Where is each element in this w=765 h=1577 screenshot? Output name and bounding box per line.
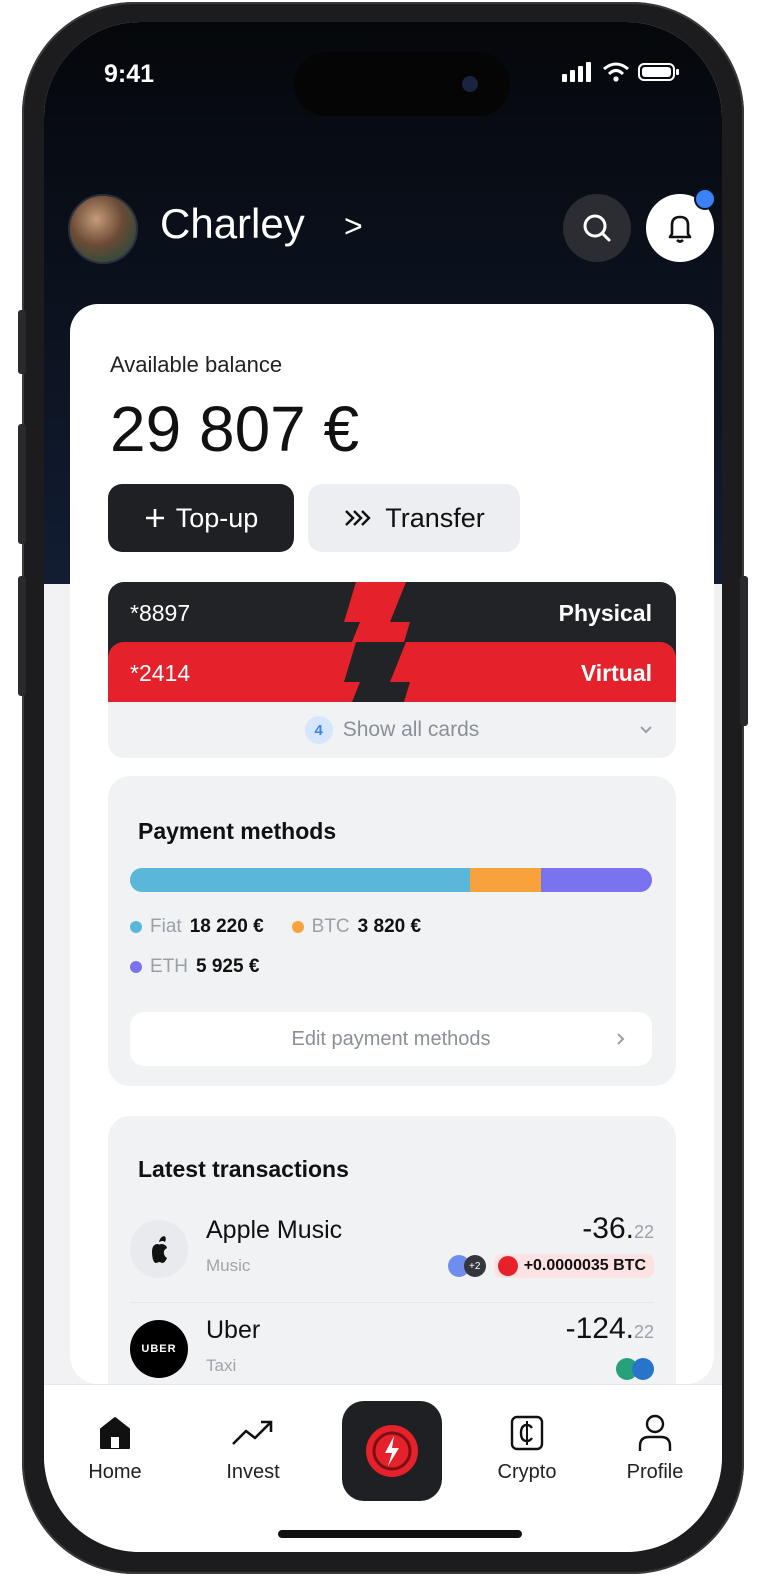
btc-coin-icon xyxy=(497,1256,518,1276)
transfer-button[interactable]: Transfer xyxy=(308,484,520,552)
transaction-category: Music xyxy=(206,1256,251,1275)
virtual-card-type: Virtual xyxy=(580,660,652,686)
payment-methods-legend: Fiat 18 220 € BTC 3 820 € ETH 5 925 € xyxy=(130,916,660,996)
home-icon xyxy=(100,1417,130,1449)
nav-invest-label: Invest xyxy=(226,1461,280,1483)
transactions-title: Latest transactions xyxy=(138,1156,349,1182)
legend-name: Fiat xyxy=(150,916,182,937)
cards-count-badge: 4 xyxy=(304,716,333,744)
fiat-dot xyxy=(130,921,142,933)
user-name[interactable]: Charley xyxy=(160,200,305,248)
transaction-row[interactable]: Apple Music Music -36.22 +2 +0.0000035 B… xyxy=(130,1212,654,1288)
bar-segment-eth xyxy=(541,868,652,892)
signal-icon xyxy=(562,62,591,82)
usdc-coin-icon xyxy=(632,1358,654,1380)
divider xyxy=(130,1302,654,1303)
notification-badge xyxy=(694,188,716,210)
physical-card-number: *8897 xyxy=(130,600,191,626)
volume-down-button xyxy=(18,576,26,696)
legend-name: ETH xyxy=(150,956,188,977)
balance-label: Available balance xyxy=(110,352,283,377)
amount-cents: 22 xyxy=(633,1322,654,1342)
virtual-card-number: *2414 xyxy=(130,660,191,686)
transaction-name: Apple Music xyxy=(206,1216,343,1244)
nav-crypto[interactable]: Crypto xyxy=(472,1413,582,1484)
bar-segment-fiat xyxy=(130,868,471,892)
bar-segment-btc xyxy=(470,868,542,892)
amount-main: -36. xyxy=(582,1212,634,1245)
legend-amount: 18 220 € xyxy=(189,916,264,937)
triple-chevron-icon xyxy=(345,510,371,526)
edit-payment-methods-label: Edit payment methods xyxy=(291,1027,491,1050)
extra-coins-badge: +2 xyxy=(463,1255,486,1277)
profile-icon xyxy=(638,1414,672,1451)
transaction-amount: -124.22 xyxy=(566,1312,654,1346)
bottom-navigation: Home Invest Crypto Profile xyxy=(44,1384,722,1552)
payment-methods-card: Payment methods Fiat 18 220 € BTC 3 820 … xyxy=(108,776,676,1086)
avatar[interactable] xyxy=(68,194,138,264)
chevron-down-icon xyxy=(640,726,652,734)
wifi-icon xyxy=(603,62,629,82)
payment-methods-bar xyxy=(130,868,652,892)
chevron-right-icon xyxy=(617,1033,625,1045)
show-all-label: Show all cards xyxy=(342,718,480,741)
lightning-logo-icon xyxy=(366,1425,418,1477)
balance-card: Available balance 29 807 € Top-up Transf… xyxy=(70,304,714,1416)
edit-payment-methods-button[interactable]: Edit payment methods xyxy=(130,1012,652,1066)
legend-eth: ETH 5 925 € xyxy=(130,956,259,978)
legend-amount: 5 925 € xyxy=(196,956,260,977)
nav-home-label: Home xyxy=(88,1461,142,1483)
uber-logo: UBER xyxy=(130,1320,188,1378)
apple-logo xyxy=(130,1220,188,1278)
legend-btc: BTC 3 820 € xyxy=(291,916,422,938)
topup-button[interactable]: Top-up xyxy=(108,484,294,552)
coin-stack xyxy=(616,1358,654,1380)
nav-invest[interactable]: Invest xyxy=(198,1413,308,1484)
plus-icon xyxy=(145,509,164,527)
nav-home[interactable]: Home xyxy=(60,1413,170,1484)
show-all-cards-button[interactable]: 4 Show all cards xyxy=(108,702,676,758)
dynamic-island xyxy=(294,52,510,116)
camera-icon xyxy=(462,76,478,92)
nav-crypto-label: Crypto xyxy=(497,1461,557,1483)
latest-transactions-card: Latest transactions Apple Music Music -3… xyxy=(108,1116,676,1416)
eth-dot xyxy=(130,961,142,973)
coin-stack: +2 xyxy=(447,1255,486,1277)
transaction-amount: -36.22 xyxy=(582,1212,654,1246)
transaction-name: Uber xyxy=(206,1316,261,1344)
nav-profile[interactable]: Profile xyxy=(600,1413,710,1484)
legend-name: BTC xyxy=(311,916,350,937)
legend-amount: 3 820 € xyxy=(357,916,422,937)
crypto-cashback-badge: +0.0000035 BTC xyxy=(493,1254,654,1278)
status-time: 9:41 xyxy=(104,60,155,88)
transfer-label: Transfer xyxy=(385,502,485,533)
transaction-badges: +2 +0.0000035 BTC xyxy=(447,1254,654,1278)
chevron-right-icon[interactable]: > xyxy=(344,208,363,245)
battery-icon xyxy=(638,63,679,81)
payment-methods-title: Payment methods xyxy=(138,818,337,844)
center-action-button[interactable] xyxy=(342,1401,442,1501)
home-indicator[interactable] xyxy=(278,1530,522,1538)
volume-up-button xyxy=(18,424,26,544)
amount-main: -124. xyxy=(565,1312,634,1345)
crypto-icon xyxy=(510,1415,544,1451)
search-button[interactable] xyxy=(563,194,631,262)
trend-icon xyxy=(232,1420,273,1445)
nav-profile-label: Profile xyxy=(626,1461,684,1483)
crypto-note: +0.0000035 BTC xyxy=(523,1257,646,1274)
physical-card-type: Physical xyxy=(558,600,652,626)
apple-icon xyxy=(152,1236,167,1263)
power-button xyxy=(740,576,748,726)
app-screen: 9:41 Charley > Available balance 29 807 … xyxy=(44,22,722,1552)
transaction-category: Taxi xyxy=(206,1356,237,1375)
status-icons xyxy=(562,62,680,82)
legend-fiat: Fiat 18 220 € xyxy=(130,916,264,938)
transaction-row[interactable]: UBER Uber Taxi -124.22 xyxy=(130,1312,654,1388)
btc-dot xyxy=(291,921,304,933)
search-icon xyxy=(583,214,611,242)
amount-cents: 22 xyxy=(633,1222,654,1242)
mute-switch xyxy=(18,310,26,374)
topup-label: Top-up xyxy=(175,502,259,533)
balance-amount: 29 807 € xyxy=(110,393,360,465)
